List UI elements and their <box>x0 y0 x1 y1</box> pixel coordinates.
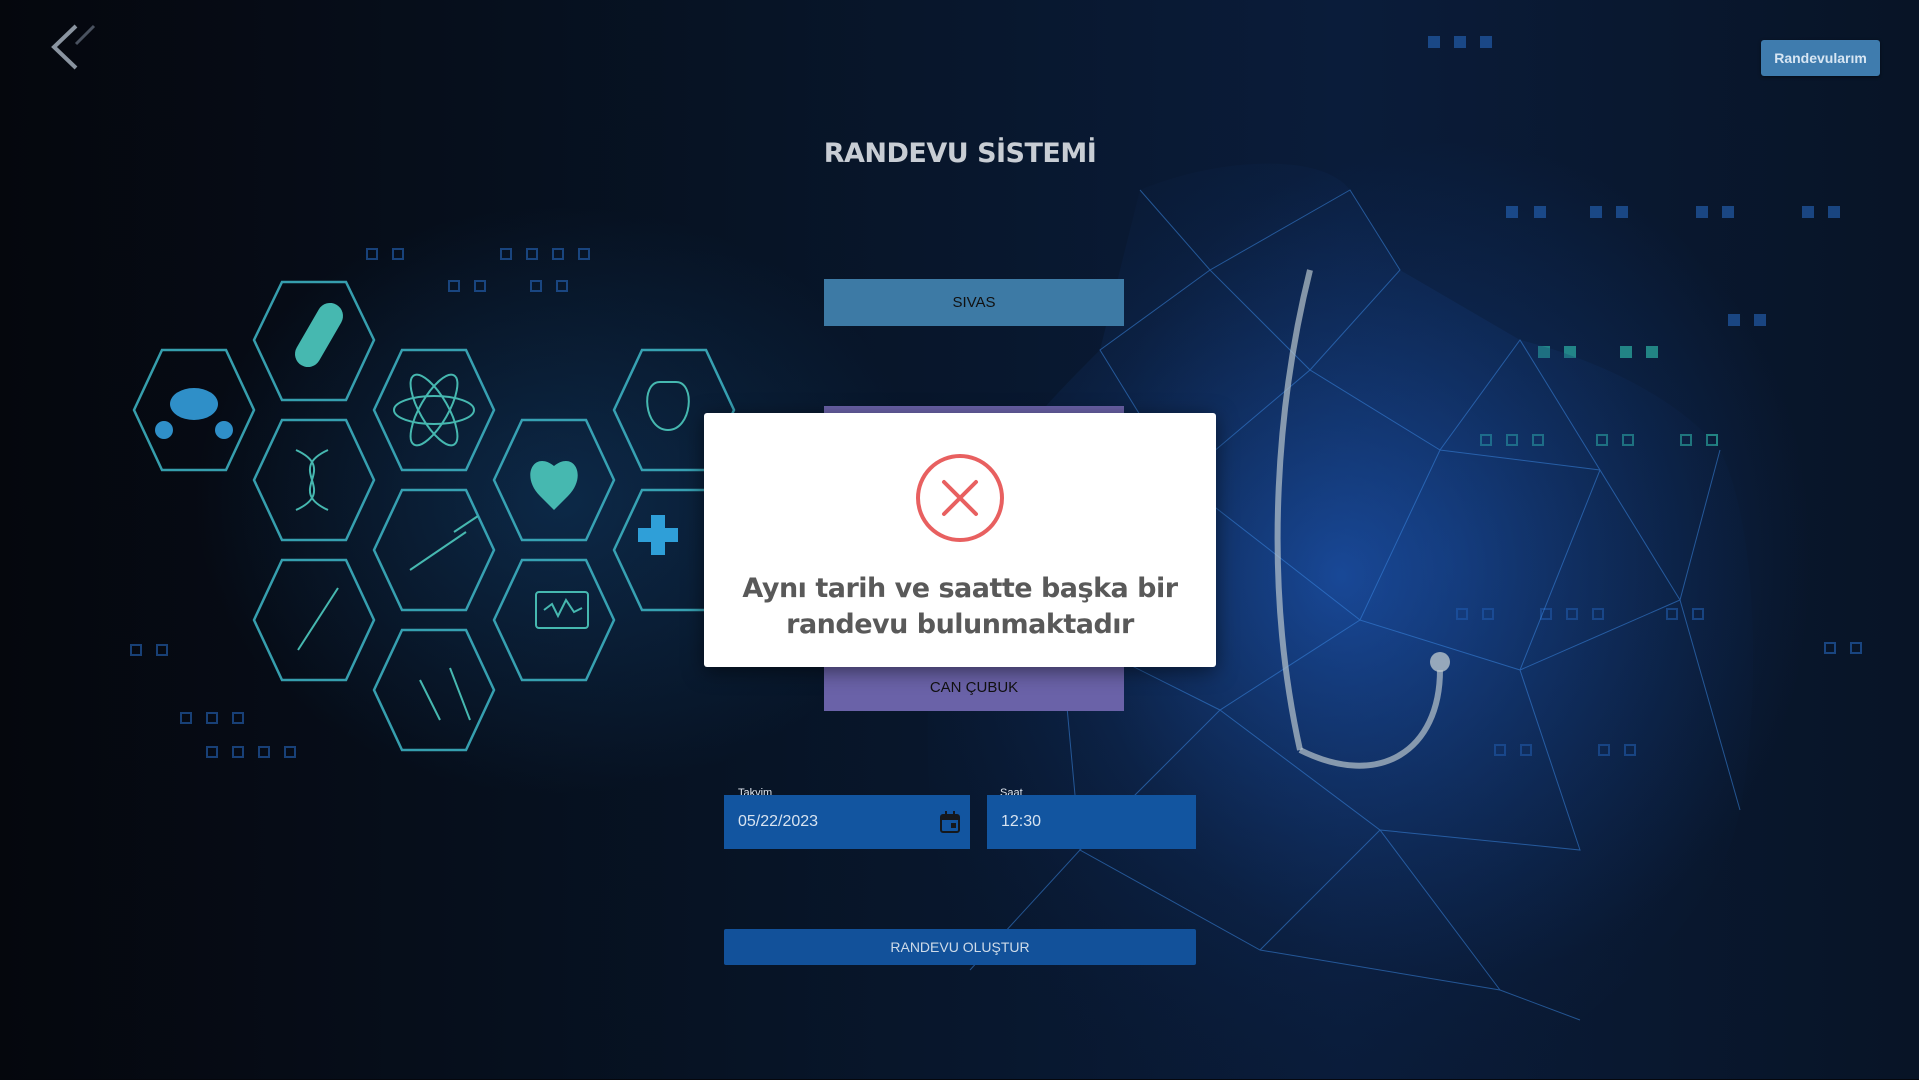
medical-icons-illustration <box>132 280 736 752</box>
city-select[interactable]: SIVAS <box>824 279 1124 326</box>
page-title: RANDEVU SİSTEMİ <box>823 138 1097 169</box>
error-message-line1: Aynı tarih ve saatte başka bir <box>742 573 1178 604</box>
error-x-icon <box>916 454 1004 542</box>
error-dialog: Aynı tarih ve saatte başka bir randevu b… <box>704 413 1216 667</box>
doctor-select[interactable]: CAN ÇUBUK <box>824 664 1124 711</box>
calendar-icon[interactable] <box>940 811 960 833</box>
back-button[interactable] <box>46 22 102 72</box>
time-value: 12:30 <box>1001 813 1042 830</box>
date-value: 05/22/2023 <box>738 813 819 830</box>
error-message: Aynı tarih ve saatte başka bir randevu b… <box>724 571 1196 643</box>
appointments-button[interactable]: Randevularım <box>1761 40 1880 76</box>
create-appointment-button[interactable]: RANDEVU OLUŞTUR <box>724 929 1196 965</box>
chevron-left-icon <box>51 24 96 70</box>
date-input[interactable]: 05/22/2023 <box>724 795 970 849</box>
error-message-line2: randevu bulunmaktadır <box>786 609 1134 640</box>
time-input[interactable]: 12:30 <box>987 795 1196 849</box>
